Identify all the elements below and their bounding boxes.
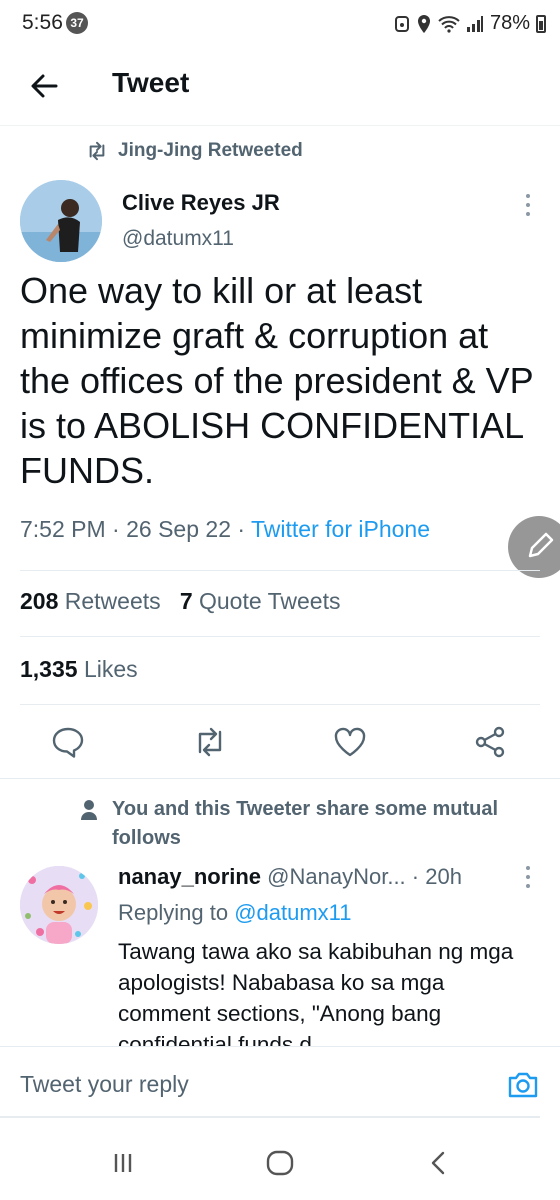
back-arrow-icon[interactable] bbox=[26, 68, 62, 104]
tweet-date: 26 Sep 22 bbox=[126, 516, 231, 542]
reply-header: nanay_norine @NanayNor... · 20h bbox=[118, 864, 462, 890]
recent-apps-icon[interactable] bbox=[108, 1148, 138, 1178]
tweet-source-link[interactable]: Twitter for iPhone bbox=[251, 516, 430, 542]
author-avatar-image bbox=[20, 180, 102, 262]
heart-icon[interactable] bbox=[332, 724, 368, 760]
retweet-context-label: Jing-Jing Retweeted bbox=[118, 140, 303, 161]
tweet-time: 7:52 PM bbox=[20, 516, 106, 542]
likes-count: 1,335 bbox=[20, 656, 78, 682]
meta-separator: · bbox=[230, 516, 252, 542]
author-name[interactable]: Clive Reyes JR bbox=[122, 190, 280, 216]
signal-icon bbox=[466, 15, 483, 32]
quotes-count: 7 bbox=[179, 588, 193, 614]
battery-icon bbox=[536, 14, 546, 33]
reply-more-vertical-icon[interactable] bbox=[520, 864, 536, 890]
notification-count-badge: 37 bbox=[66, 12, 88, 34]
replying-prefix: Replying to bbox=[118, 900, 229, 925]
wifi-icon bbox=[438, 15, 460, 33]
reply-author-handle[interactable]: @NanayNor... bbox=[267, 864, 406, 889]
quotes-stat[interactable]: 7 Quote Tweets bbox=[180, 588, 341, 614]
reply-dot: · bbox=[411, 864, 420, 889]
retweets-label: Retweets bbox=[64, 588, 161, 614]
reply-avatar-image bbox=[20, 866, 98, 944]
likes-label: Likes bbox=[83, 656, 138, 682]
retweet-action-icon[interactable] bbox=[192, 724, 228, 760]
likes-stat[interactable]: 1,335 Likes bbox=[20, 656, 138, 683]
tweet-stats: 208 Retweets 7 Quote Tweets bbox=[20, 588, 341, 615]
divider bbox=[20, 636, 540, 637]
tweet-meta: 7:52 PM · 26 Sep 22 · Twitter for iPhone bbox=[20, 516, 430, 543]
retweets-count: 208 bbox=[20, 588, 59, 614]
replying-to: Replying to @datumx11 bbox=[118, 900, 352, 926]
social-context-text: You and this Tweeter share some mutual f… bbox=[112, 798, 499, 849]
status-time: 5:56 bbox=[22, 11, 63, 34]
section-divider bbox=[0, 778, 560, 779]
share-icon[interactable] bbox=[472, 724, 508, 760]
retweet-context[interactable]: Jing-Jing Retweeted bbox=[86, 140, 303, 162]
retweet-icon bbox=[89, 141, 105, 161]
app-notification-icon bbox=[394, 15, 409, 32]
top-app-bar: Tweet bbox=[0, 48, 560, 126]
status-bar: 5:56 37 78% bbox=[0, 0, 560, 48]
social-context: You and this Tweeter share some mutual f… bbox=[80, 795, 550, 853]
location-icon bbox=[417, 14, 430, 33]
system-nav-bar bbox=[0, 1126, 560, 1200]
meta-separator: · bbox=[105, 516, 127, 542]
page-title: Tweet bbox=[112, 67, 190, 98]
replying-to-mention[interactable]: @datumx11 bbox=[234, 900, 351, 925]
home-icon[interactable] bbox=[265, 1148, 295, 1178]
divider bbox=[20, 570, 540, 571]
camera-icon[interactable] bbox=[506, 1067, 540, 1101]
edit-icon bbox=[528, 532, 554, 558]
battery-percent: 78% bbox=[489, 12, 530, 34]
reply-author-name[interactable]: nanay_norine bbox=[118, 864, 261, 889]
tweet-text: One way to kill or at least minimize gra… bbox=[20, 270, 533, 491]
composer-underline bbox=[0, 1116, 540, 1118]
retweets-stat[interactable]: 208 Retweets bbox=[20, 588, 161, 614]
reply-composer: Tweet your reply bbox=[0, 1046, 560, 1118]
reply-author-avatar[interactable] bbox=[20, 866, 98, 944]
divider bbox=[20, 704, 540, 705]
author-avatar[interactable] bbox=[20, 180, 102, 262]
back-nav-icon[interactable] bbox=[424, 1148, 454, 1178]
author-handle[interactable]: @datumx11 bbox=[122, 227, 234, 251]
person-icon bbox=[81, 800, 97, 820]
reply-input[interactable]: Tweet your reply bbox=[20, 1071, 189, 1098]
more-vertical-icon[interactable] bbox=[518, 192, 538, 218]
status-icons: 78% bbox=[394, 12, 546, 35]
reply-time: 20h bbox=[425, 864, 462, 889]
compose-fab[interactable] bbox=[508, 516, 560, 578]
quotes-label: Quote Tweets bbox=[199, 588, 341, 614]
tweet-actions bbox=[0, 720, 560, 766]
reply-icon[interactable] bbox=[50, 724, 86, 760]
reply-text: Tawang tawa ako sa kabibuhan ng mga apol… bbox=[118, 939, 514, 1048]
